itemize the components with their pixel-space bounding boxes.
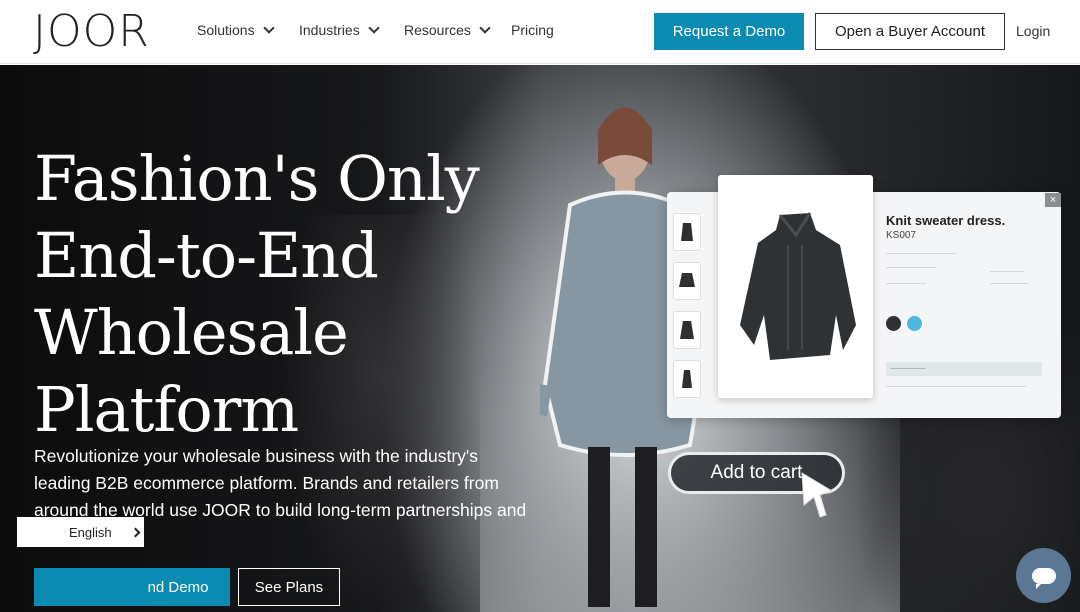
jacket-icon — [682, 370, 692, 388]
product-thumbnail[interactable] — [673, 360, 701, 398]
product-thumbnail[interactable] — [673, 262, 701, 300]
close-icon[interactable]: × — [1045, 193, 1061, 207]
placeholder-line — [886, 267, 936, 268]
hero-headline: Fashion's Only End-to-End Wholesale Plat… — [34, 142, 480, 446]
request-demo-button[interactable]: Request a Demo — [654, 13, 804, 50]
chevron-down-icon — [262, 21, 275, 34]
nav-solutions-label: Solutions — [197, 22, 255, 38]
nav-industries-label: Industries — [299, 22, 360, 38]
language-selector[interactable]: English — [17, 517, 144, 547]
login-link[interactable]: Login — [1016, 23, 1050, 39]
knit-sweater-image — [740, 212, 856, 360]
nav-solutions[interactable]: Solutions — [197, 21, 275, 38]
jacket-icon — [680, 321, 694, 339]
hero-section: Fashion's Only End-to-End Wholesale Plat… — [0, 65, 1080, 612]
placeholder-line — [886, 253, 956, 254]
open-buyer-account-button[interactable]: Open a Buyer Account — [815, 13, 1005, 50]
chat-icon — [1031, 567, 1056, 589]
request-brand-demo-label: nd Demo — [147, 578, 209, 596]
jacket-icon — [681, 223, 693, 241]
color-swatch-charcoal[interactable] — [886, 316, 901, 331]
placeholder-line — [886, 386, 1026, 387]
color-swatch-blue[interactable] — [907, 316, 922, 331]
product-sku: KS007 — [886, 230, 917, 241]
placeholder-line — [886, 283, 926, 284]
nav-industries[interactable]: Industries — [299, 21, 380, 38]
nav-pricing-label: Pricing — [511, 22, 554, 38]
jacket-icon — [679, 273, 695, 287]
see-plans-button[interactable]: See Plans — [238, 568, 340, 606]
placeholder-line — [890, 368, 926, 369]
language-label: English — [69, 524, 112, 540]
chevron-down-icon — [479, 21, 491, 34]
size-selector-bar[interactable] — [886, 362, 1042, 376]
nav-pricing[interactable]: Pricing — [511, 22, 554, 38]
placeholder-line — [990, 283, 1028, 284]
chevron-right-icon — [130, 527, 141, 537]
product-thumbnail[interactable] — [673, 213, 701, 251]
chat-widget-button[interactable] — [1016, 548, 1071, 603]
request-brand-demo-button[interactable]: nd Demo — [34, 568, 230, 606]
product-thumbnail[interactable] — [673, 311, 701, 349]
placeholder-line — [990, 271, 1024, 272]
nav-resources[interactable]: Resources — [404, 21, 491, 38]
product-name: Knit sweater dress. — [886, 213, 1006, 228]
product-main-image[interactable] — [718, 175, 873, 398]
cursor-icon — [801, 472, 834, 518]
top-navigation: JOOR Solutions Industries Resources Pric… — [0, 0, 1080, 64]
nav-resources-label: Resources — [404, 22, 471, 38]
joor-logo[interactable]: JOOR — [33, 8, 150, 56]
chevron-down-icon — [368, 21, 380, 34]
